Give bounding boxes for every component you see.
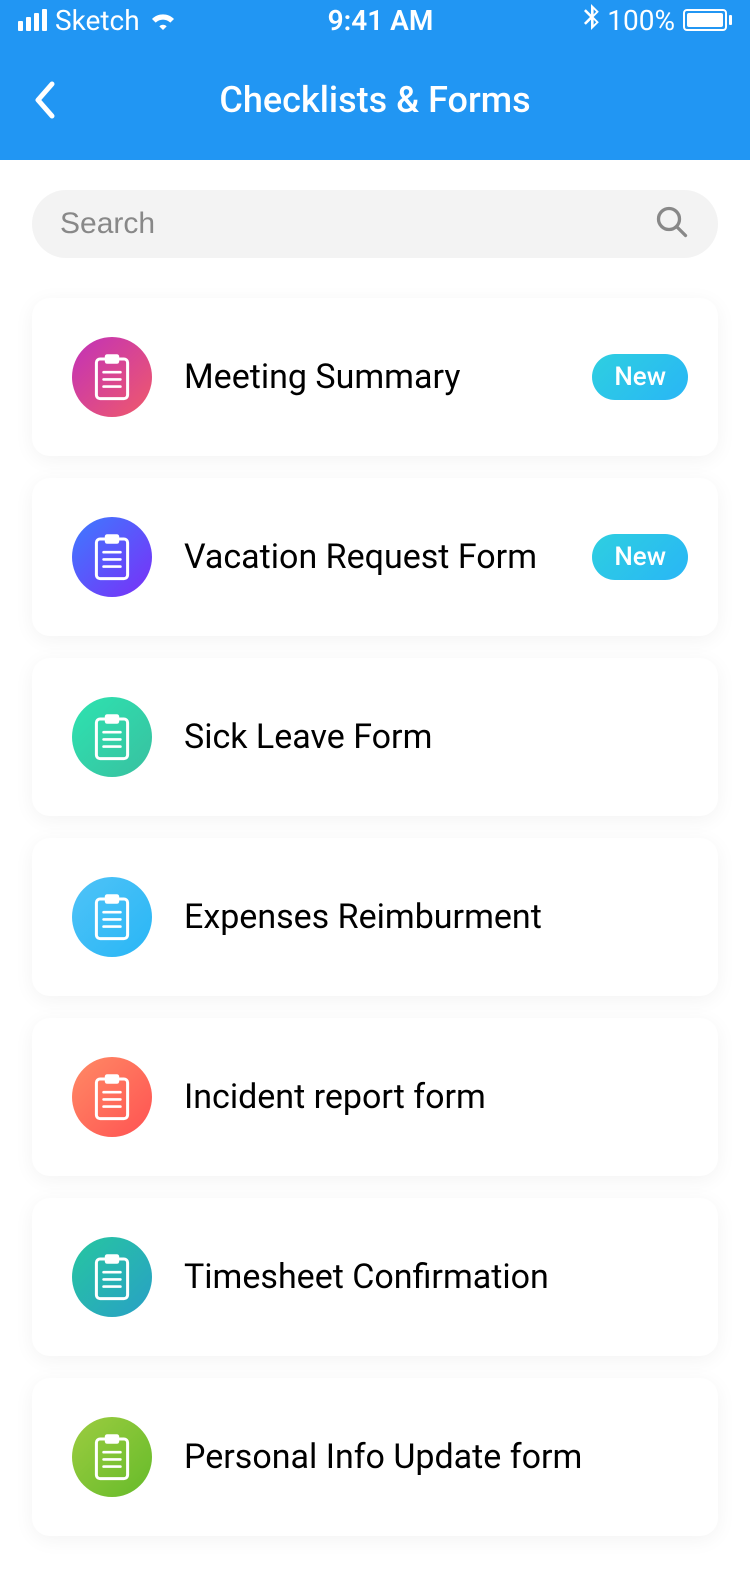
back-button[interactable] [24,70,64,130]
list-item[interactable]: Sick Leave Form [32,658,718,816]
new-badge: New [592,354,688,400]
form-list: Meeting SummaryNew Vacation Request Form… [32,298,718,1536]
list-item-title: Expenses Reimburment [184,897,688,937]
carrier-label: Sketch [55,4,140,37]
list-item-title: Meeting Summary [184,357,592,397]
battery-percent: 100% [607,4,675,37]
status-left: Sketch [18,4,178,37]
wifi-icon [148,4,178,37]
header: Checklists & Forms [0,40,750,160]
clipboard-icon [72,1057,152,1137]
signal-icon [18,9,47,31]
chevron-left-icon [32,80,56,120]
clipboard-icon [72,697,152,777]
search-icon [654,204,690,244]
list-item-title: Personal Info Update form [184,1437,688,1477]
page-title: Checklists & Forms [0,79,750,121]
list-item[interactable]: Timesheet Confirmation [32,1198,718,1356]
list-item[interactable]: Meeting SummaryNew [32,298,718,456]
search-input[interactable] [60,207,654,241]
bluetooth-icon [583,4,599,37]
list-item-title: Timesheet Confirmation [184,1257,688,1297]
new-badge: New [592,534,688,580]
clipboard-icon [72,1237,152,1317]
status-time: 9:41 AM [328,4,434,37]
clipboard-icon [72,1417,152,1497]
status-bar: Sketch 9:41 AM 100% [0,0,750,40]
clipboard-icon [72,337,152,417]
list-item-title: Vacation Request Form [184,537,592,577]
battery-icon [683,9,732,31]
list-item[interactable]: Expenses Reimburment [32,838,718,996]
clipboard-icon [72,877,152,957]
list-item[interactable]: Personal Info Update form [32,1378,718,1536]
list-item-title: Incident report form [184,1077,688,1117]
search-bar[interactable] [32,190,718,258]
list-item[interactable]: Vacation Request FormNew [32,478,718,636]
list-item-title: Sick Leave Form [184,717,688,757]
status-right: 100% [583,4,732,37]
clipboard-icon [72,517,152,597]
list-item[interactable]: Incident report form [32,1018,718,1176]
content: Meeting SummaryNew Vacation Request Form… [0,160,750,1536]
